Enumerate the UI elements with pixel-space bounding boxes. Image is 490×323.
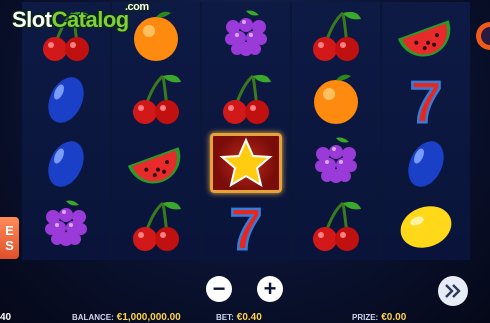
prize-display: PRIZE: €0.00 <box>352 312 406 323</box>
orange-icon <box>120 6 192 66</box>
grapes-icon <box>300 133 372 193</box>
reel-3: 7 <box>202 2 290 260</box>
watermelon-icon <box>390 6 462 66</box>
prize-label: PRIZE: <box>352 313 379 322</box>
reel-5: 7 <box>382 2 470 260</box>
balance-display: BALANCE: €1,000,000.00 <box>72 312 181 323</box>
watermelon-icon <box>120 133 192 193</box>
cherry-icon <box>120 69 192 129</box>
bet-label: BET: <box>216 313 234 322</box>
svg-text:7: 7 <box>230 197 262 255</box>
status-bar: 40 BALANCE: €1,000,000.00 BET: €0.40 PRIZE… <box>0 311 490 323</box>
bet-value: €0.40 <box>236 312 262 323</box>
logo-part-1: Slot <box>12 7 52 32</box>
logo-suffix: .com <box>125 1 149 13</box>
seven-icon: 7 <box>390 69 462 129</box>
fast-forward-icon <box>445 284 461 298</box>
grapes-icon <box>30 196 102 256</box>
character-badge-icon <box>476 22 490 50</box>
orange-icon <box>300 69 372 129</box>
logo-part-2: Catalog <box>51 7 130 32</box>
side-tab-line-1: E <box>5 223 14 238</box>
lemon-icon <box>390 196 462 256</box>
side-tab-line-2: S <box>5 238 14 253</box>
cherry-icon <box>210 69 282 129</box>
reel-grid: 7 7 <box>22 2 470 260</box>
spin-button[interactable] <box>438 276 468 306</box>
reel-4 <box>292 2 380 260</box>
bet-decrease-button[interactable]: − <box>206 276 232 302</box>
grapes-icon <box>210 6 282 66</box>
seven-icon: 7 <box>210 196 282 256</box>
cherry-icon <box>120 196 192 256</box>
reel-1 <box>22 2 110 260</box>
left-fragment: 40 <box>0 312 12 323</box>
plum-icon <box>30 133 102 193</box>
cherry-icon <box>300 6 372 66</box>
prize-value: €0.00 <box>381 312 407 323</box>
site-logo: SlotCatalog .com <box>12 1 149 33</box>
cherry-icon <box>300 196 372 256</box>
bet-increase-button[interactable]: + <box>257 276 283 302</box>
minus-icon: − <box>212 276 226 301</box>
side-menu-tab[interactable]: E S <box>0 217 19 259</box>
svg-text:7: 7 <box>410 70 442 128</box>
plus-icon: + <box>263 276 277 301</box>
star-icon <box>210 132 282 193</box>
plum-icon <box>30 69 102 129</box>
plum-icon <box>390 133 462 193</box>
reel-2 <box>112 2 200 260</box>
balance-label: BALANCE: <box>72 313 114 322</box>
balance-value: €1,000,000.00 <box>116 312 181 323</box>
bet-display: BET: €0.40 <box>216 312 262 323</box>
